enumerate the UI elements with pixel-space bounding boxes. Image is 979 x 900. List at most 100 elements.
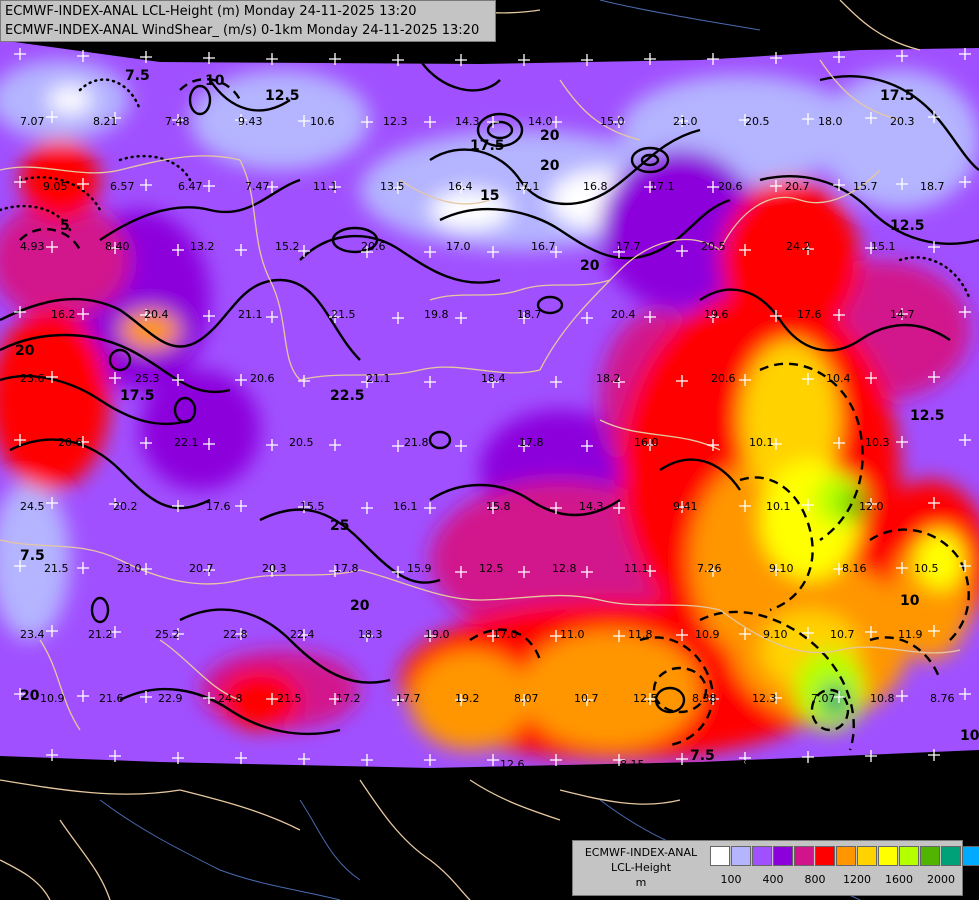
station-value: 11.1	[313, 180, 338, 193]
legend-ticks: 100 400 800 1200 1600 2000	[710, 873, 962, 889]
station-value: 10.6	[310, 115, 335, 128]
station-value: 8.38	[692, 692, 717, 705]
station-value: 7.47	[245, 180, 270, 193]
contour-label: 12.5	[265, 88, 300, 104]
station-value: 15.1	[871, 240, 896, 253]
station-value: 20.6	[58, 436, 83, 449]
contour-label: 20	[15, 343, 35, 359]
station-value: 16.0	[634, 436, 659, 449]
contour-label: 12.5	[910, 408, 945, 424]
station-value: 17.7	[396, 692, 421, 705]
station-value: 17.2	[336, 692, 361, 705]
station-value: 8.07	[514, 692, 539, 705]
station-value: 12.3	[383, 115, 408, 128]
station-value: 20.2	[113, 500, 138, 513]
station-value: 8.21	[93, 115, 118, 128]
station-value: 12.3	[752, 692, 777, 705]
station-value: 10.7	[830, 628, 855, 641]
station-value: 21.5	[277, 692, 302, 705]
legend-title-line-2: LCL-Height	[610, 861, 672, 874]
station-value: 24.5	[20, 500, 45, 513]
contour-label: 7.5	[125, 68, 150, 84]
color-legend: ECMWF-INDEX-ANAL LCL-Height m 100 400 800 1…	[572, 840, 979, 896]
station-value: 21.5	[331, 308, 356, 321]
station-value: 18.4	[481, 372, 506, 385]
station-value: 20.6	[718, 180, 743, 193]
station-value: 7.26	[697, 562, 722, 575]
station-value: 10.3	[865, 436, 890, 449]
station-value: 23.0	[117, 562, 142, 575]
station-value: 10.1	[749, 436, 774, 449]
weather-map: 7.07 8.21 7.48 9.43 10.6 12.3 14.3 14.0 15.0 21.0…	[0, 0, 979, 900]
station-value: 10.8	[870, 692, 895, 705]
legend-swatch	[794, 846, 814, 866]
station-value: 11.0	[560, 628, 585, 641]
legend-swatch	[899, 846, 919, 866]
station-value: 18.7	[517, 308, 542, 321]
station-value: 8.76	[930, 692, 955, 705]
station-value: 22.9	[158, 692, 183, 705]
station-value: 17.1	[650, 180, 675, 193]
station-value: 25.3	[135, 372, 160, 385]
station-value: 6.57	[110, 180, 135, 193]
station-value: 21.6	[99, 692, 124, 705]
contour-label: 5	[60, 218, 70, 234]
station-value: 14.0	[528, 115, 553, 128]
legend-unit: m	[635, 876, 647, 889]
station-value: 20.7	[785, 180, 810, 193]
station-value: 16.7	[531, 240, 556, 253]
station-value: 12.0	[859, 500, 884, 513]
legend-swatch	[773, 846, 793, 866]
station-value: 15.7	[853, 180, 878, 193]
legend-swatches	[710, 846, 979, 866]
station-value: 16.1	[393, 500, 418, 513]
station-value: 16.8	[583, 180, 608, 193]
legend-title-line-1: ECMWF-INDEX-ANAL	[584, 846, 698, 859]
contour-label: 17.5	[880, 88, 915, 104]
station-value: 21.2	[88, 628, 113, 641]
station-value: 9.10	[769, 562, 794, 575]
legend-swatch	[920, 846, 940, 866]
contour-label: 10	[960, 728, 979, 744]
station-value: 7.48	[165, 115, 190, 128]
legend-swatch	[878, 846, 898, 866]
contour-label: 7.5	[20, 548, 45, 564]
station-value: 17.0	[446, 240, 471, 253]
station-value: 14.7	[890, 308, 915, 321]
station-value: 12.8	[552, 562, 577, 575]
grid-cross	[203, 52, 215, 64]
station-value: 23.4	[20, 628, 45, 641]
legend-swatch	[752, 846, 772, 866]
station-value: 21.8	[404, 436, 429, 449]
station-value: 6.47	[178, 180, 203, 193]
station-value: 21.5	[44, 562, 69, 575]
station-value: 11.9	[898, 628, 923, 641]
station-value: 18.2	[596, 372, 621, 385]
station-value: 17.6	[206, 500, 231, 513]
contour-label: 20	[20, 688, 40, 704]
station-value: 25.2	[155, 628, 180, 641]
legend-tick: 400	[762, 873, 784, 886]
station-value: 9.43	[238, 115, 263, 128]
header-line-2: ECMWF-INDEX-ANAL WindShear_ (m/s) 0-1km …	[5, 23, 480, 38]
station-value: 10.9	[695, 628, 720, 641]
station-value: 20.3	[890, 115, 915, 128]
station-value: 15.8	[486, 500, 511, 513]
station-value: 14.3	[455, 115, 480, 128]
station-value: 16.4	[448, 180, 473, 193]
contour-label: 12.5	[890, 218, 925, 234]
station-value: 20.4	[611, 308, 636, 321]
legend-swatch	[962, 846, 979, 866]
station-value: 9.41	[673, 500, 698, 513]
legend-swatch	[836, 846, 856, 866]
station-value: 9.05	[43, 180, 68, 193]
map-header: ECMWF-INDEX-ANAL LCL-Height (m) Monday 2…	[0, 0, 496, 42]
station-value: 23.6	[20, 372, 45, 385]
station-value: 21.1	[238, 308, 263, 321]
station-value: 17.0	[493, 628, 518, 641]
station-value: 17.1	[515, 180, 540, 193]
station-value: 16.2	[51, 308, 76, 321]
legend-tick: 2000	[927, 873, 955, 886]
legend-tick: 100	[720, 873, 742, 886]
contour-label: 20	[540, 128, 560, 144]
